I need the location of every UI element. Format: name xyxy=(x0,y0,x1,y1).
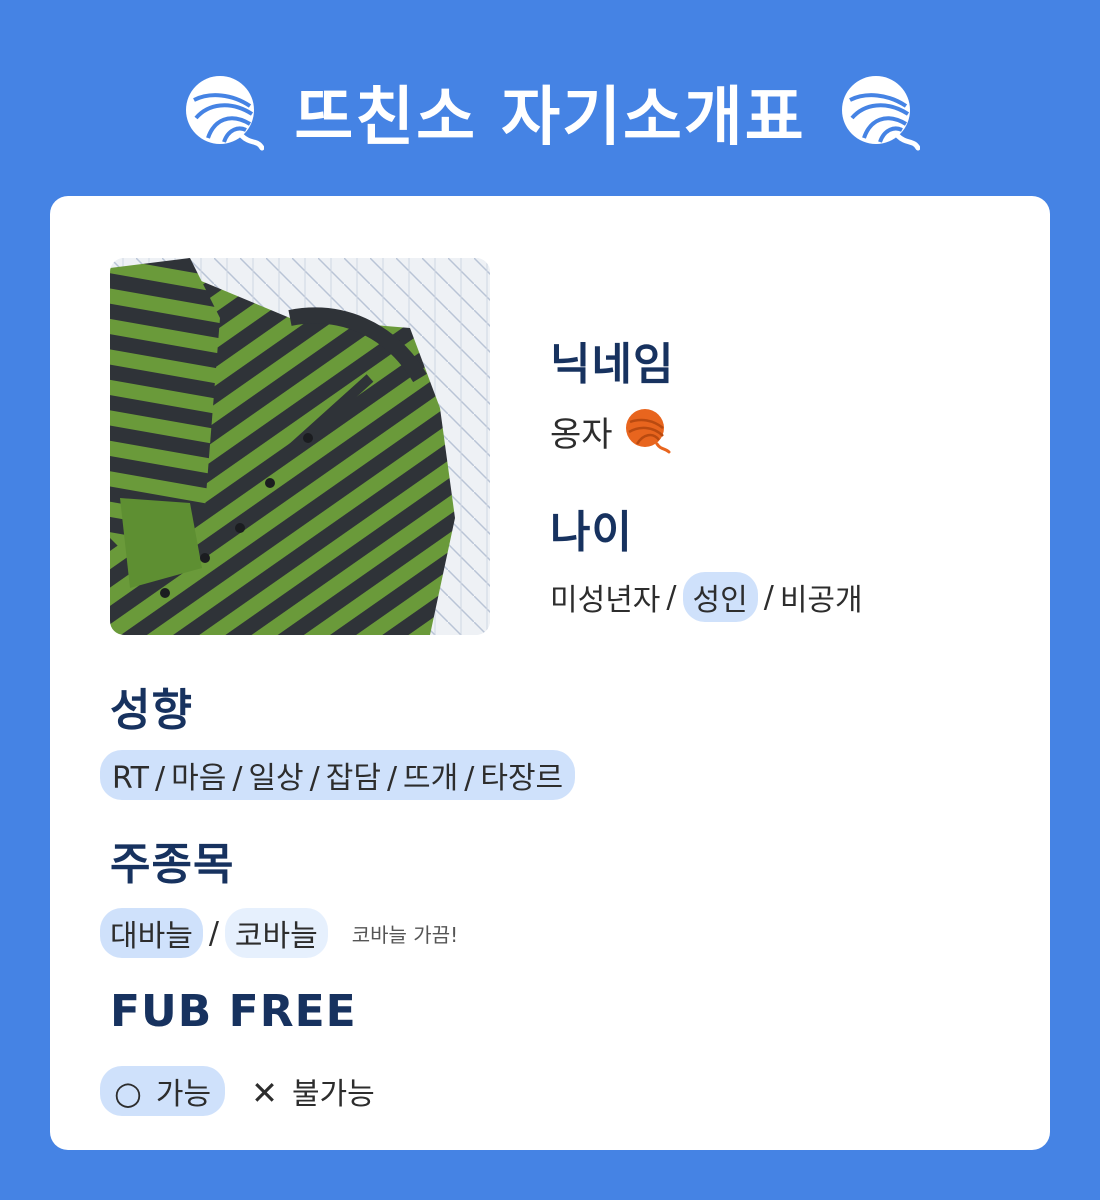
page-title: 뜨친소 자기소개표 xyxy=(294,81,806,155)
yarn-ball-icon xyxy=(186,76,265,151)
age-option-private: 비공개 xyxy=(779,583,863,618)
age-options: 미성년자 / 성인 / 비공개 xyxy=(550,572,863,622)
circle-icon: ○ xyxy=(114,1074,142,1112)
separator: / xyxy=(763,579,774,615)
main-type-option-crochet: 코바늘 xyxy=(224,908,328,958)
age-label: 나이 xyxy=(550,507,633,558)
tendency-item: 뜨개 xyxy=(403,761,459,796)
fub-free-option-yes: ○ 가능 xyxy=(100,1066,226,1116)
fub-free-options: ○ 가능 ✕ 불가능 xyxy=(100,1066,375,1116)
tendency-item: 일상 xyxy=(248,761,304,796)
separator: / xyxy=(666,579,677,615)
main-type-note: 코바늘 가끔! xyxy=(351,922,459,947)
tendency-items: RT / 마음 / 일상 / 잡담 / 뜨개 / 타장르 xyxy=(100,750,576,800)
tendency-item: RT xyxy=(112,761,149,796)
profile-card: 닉네임 옹자 나이 미성년자 / 성인 / 비공개 성향 RT / 마음 / 일상 / 잡담… xyxy=(50,196,1050,1150)
fub-free-option-no: ✕ 불가능 xyxy=(251,1069,375,1113)
tendency-item: 마음 xyxy=(171,761,227,796)
header: 뜨친소 자기소개표 xyxy=(0,62,1100,162)
yarn-ball-emoji xyxy=(625,409,671,454)
main-type-label: 주종목 xyxy=(110,839,235,890)
fub-free-yes-label: 가능 xyxy=(155,1077,212,1112)
tendency-list: RT / 마음 / 일상 / 잡담 / 뜨개 / 타장르 xyxy=(100,750,576,800)
separator: / xyxy=(208,915,219,951)
nickname-value-row: 옹자 xyxy=(550,406,671,456)
cross-icon: ✕ xyxy=(251,1074,278,1112)
nickname-value: 옹자 xyxy=(550,414,613,455)
profile-photo xyxy=(110,258,490,635)
age-option-minor: 미성년자 xyxy=(550,583,661,618)
sweater-image xyxy=(110,258,490,635)
age-option-adult: 성인 xyxy=(682,572,758,622)
fub-free-no-label: 불가능 xyxy=(291,1077,375,1112)
tendency-label: 성향 xyxy=(110,685,193,736)
main-type-options: 대바늘 / 코바늘 코바늘 가끔! xyxy=(100,908,458,958)
main-type-option-knitting: 대바늘 xyxy=(100,908,203,958)
fub-free-label: FUB FREE xyxy=(110,986,357,1037)
nickname-label: 닉네임 xyxy=(550,339,675,390)
yarn-ball-icon xyxy=(841,76,920,151)
tendency-item: 타장르 xyxy=(480,761,564,796)
tendency-item: 잡담 xyxy=(325,761,381,796)
